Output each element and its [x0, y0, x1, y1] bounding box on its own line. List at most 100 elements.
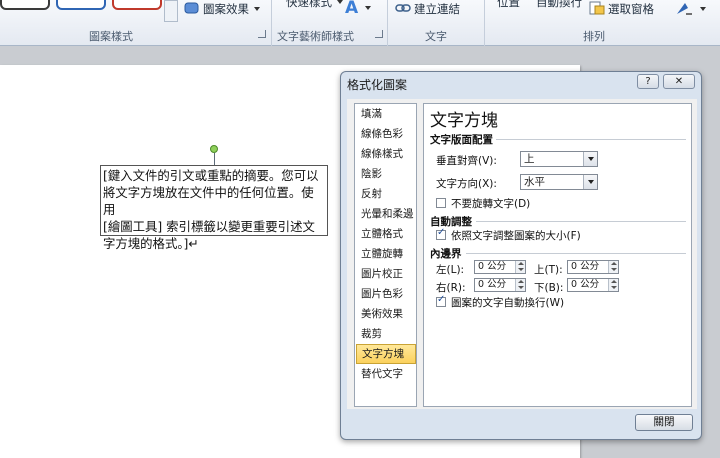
window-edge [702, 47, 720, 458]
spin-arrows-icon[interactable] [515, 279, 525, 291]
ribbon: 圖案效果 快速樣式 A 建立連結 位置 自動換行 選取窗格 圖案樣式 文字藝術師… [0, 0, 720, 46]
nav-item-3d-rotation[interactable]: 立體旋轉 [356, 244, 416, 264]
shape-style-swatch-3[interactable] [112, 0, 162, 10]
vertical-align-select[interactable]: 上 [520, 151, 598, 167]
selection-pane-button[interactable]: 選取窗格 [589, 0, 654, 18]
section-divider [476, 221, 686, 222]
section-text-layout: 文字版面配置 [430, 134, 493, 146]
create-link-button[interactable]: 建立連結 [395, 0, 460, 18]
rotate-button[interactable] [675, 0, 706, 18]
nav-item-picture-color[interactable]: 圖片色彩 [356, 284, 416, 304]
nav-item-line-style[interactable]: 線條樣式 [356, 144, 416, 164]
nav-item-fill[interactable]: 填滿 [356, 104, 416, 124]
text-direction-value: 水平 [524, 176, 545, 188]
group-separator [271, 0, 272, 46]
position-button[interactable]: 位置 [497, 0, 520, 11]
wordart-fill-button[interactable]: A [344, 0, 371, 18]
nav-item-alt-text[interactable]: 替代文字 [356, 364, 416, 384]
spin-arrows-icon[interactable] [608, 279, 618, 291]
resize-to-fit-checkbox[interactable] [436, 227, 446, 240]
shape-effects-button[interactable]: 圖案效果 [184, 0, 260, 18]
section-divider [466, 253, 686, 254]
dialog-body: 填滿 線條色彩 線條樣式 陰影 反射 光暈和柔邊 立體格式 立體旋轉 圖片校正 … [347, 99, 697, 409]
textbox-line-2: 將文字方塊放在文件中的任何位置。使用 [103, 185, 314, 217]
spin-arrows-icon[interactable] [608, 261, 618, 273]
top-margin-stepper[interactable]: 0 公分 [567, 260, 619, 274]
dialog-title: 格式化圖案 [347, 78, 408, 92]
category-list: 填滿 線條色彩 線條樣式 陰影 反射 光暈和柔邊 立體格式 立體旋轉 圖片校正 … [354, 103, 417, 407]
chevron-down-icon [254, 7, 260, 11]
no-rotate-label: 不要旋轉文字(D) [451, 198, 531, 210]
nav-item-shadow[interactable]: 陰影 [356, 164, 416, 184]
nav-item-3d-format[interactable]: 立體格式 [356, 224, 416, 244]
wrap-text-label: 圖案的文字自動換行(W) [451, 297, 565, 309]
close-icon[interactable]: ✕ [663, 74, 695, 89]
right-margin-value: 0 公分 [478, 279, 507, 290]
no-rotate-checkbox[interactable] [436, 198, 446, 208]
group-label-arrange: 排列 [583, 30, 605, 43]
group-label-wordart-styles: 文字藝術師樣式 [277, 30, 354, 43]
wrap-text-button[interactable]: 自動換行 [536, 0, 582, 11]
shape-style-swatch-1[interactable] [0, 0, 50, 10]
group-label-shape-styles: 圖案樣式 [89, 30, 133, 43]
position-label: 位置 [497, 0, 520, 9]
nav-item-text-box[interactable]: 文字方塊 [356, 344, 416, 364]
vertical-align-label: 垂直對齊(V): [436, 155, 497, 167]
chevron-down-icon [365, 6, 371, 10]
text-box-pane: 文字方塊 文字版面配置 垂直對齊(V): 上 文字方向(X): 水平 不要旋轉文… [423, 103, 692, 407]
quick-styles-button[interactable]: 快速樣式 [286, 0, 343, 11]
bottom-margin-stepper[interactable]: 0 公分 [567, 278, 619, 292]
dialog-launcher-icon[interactable] [375, 30, 383, 38]
left-margin-stepper[interactable]: 0 公分 [474, 260, 526, 274]
quick-styles-label: 快速樣式 [286, 0, 332, 9]
top-margin-value: 0 公分 [571, 261, 600, 272]
rotation-handle[interactable] [210, 145, 218, 153]
textbox-line-4: 字方塊的格式。]↵ [103, 236, 199, 251]
right-margin-stepper[interactable]: 0 公分 [474, 278, 526, 292]
group-separator [387, 0, 388, 46]
section-internal-margins: 內邊界 [430, 248, 462, 260]
spin-arrows-icon[interactable] [515, 261, 525, 273]
textbox-line-1: [鍵入文件的引文或重點的摘要。您可以 [103, 168, 319, 183]
left-margin-label: 左(L): [436, 264, 465, 276]
group-label-text: 文字 [425, 30, 447, 43]
top-margin-label: 上(T): [534, 264, 563, 276]
wrap-text-label: 自動換行 [536, 0, 582, 9]
vertical-align-value: 上 [524, 153, 535, 165]
rotate-icon [675, 0, 695, 19]
group-separator [484, 0, 485, 46]
text-direction-select[interactable]: 水平 [520, 174, 598, 190]
help-button[interactable]: ? [637, 74, 659, 89]
format-shape-dialog: 格式化圖案 ? ✕ 填滿 線條色彩 線條樣式 陰影 反射 光暈和柔邊 立體格式 … [340, 71, 702, 440]
shape-effects-icon [184, 1, 200, 18]
style-gallery-scroll[interactable] [164, 0, 178, 22]
nav-item-picture-corrections[interactable]: 圖片校正 [356, 264, 416, 284]
chevron-down-icon[interactable] [583, 152, 597, 166]
shape-effects-label: 圖案效果 [203, 2, 249, 16]
chevron-down-icon [337, 0, 343, 4]
chevron-down-icon[interactable] [583, 175, 597, 189]
pull-quote-textbox[interactable]: [鍵入文件的引文或重點的摘要。您可以 將文字方塊放在文件中的任何位置。使用 [繪… [100, 165, 328, 251]
create-link-label: 建立連結 [414, 2, 460, 16]
nav-item-crop[interactable]: 裁剪 [356, 324, 416, 344]
bottom-margin-value: 0 公分 [571, 279, 600, 290]
right-margin-label: 右(R): [436, 282, 466, 294]
chevron-down-icon [700, 7, 706, 11]
close-button[interactable]: 關閉 [635, 414, 693, 431]
textbox-line-3: [繪圖工具] 索引標籤以變更重要引述文 [103, 219, 315, 234]
shape-style-swatch-2[interactable] [56, 0, 106, 10]
nav-item-line-color[interactable]: 線條色彩 [356, 124, 416, 144]
selection-pane-label: 選取窗格 [608, 2, 654, 16]
section-divider [496, 139, 686, 140]
resize-to-fit-label: 依照文字調整圖案的大小(F) [451, 230, 581, 242]
dialog-launcher-icon[interactable] [258, 30, 266, 38]
left-margin-value: 0 公分 [478, 261, 507, 272]
nav-item-reflection[interactable]: 反射 [356, 184, 416, 204]
nav-item-artistic-effects[interactable]: 美術效果 [356, 304, 416, 324]
svg-text:A: A [345, 0, 359, 16]
bottom-margin-label: 下(B): [534, 282, 564, 294]
link-icon [395, 2, 411, 17]
wrap-text-checkbox[interactable] [436, 294, 446, 307]
nav-item-glow-soft-edges[interactable]: 光暈和柔邊 [356, 204, 416, 224]
text-direction-label: 文字方向(X): [436, 178, 497, 190]
